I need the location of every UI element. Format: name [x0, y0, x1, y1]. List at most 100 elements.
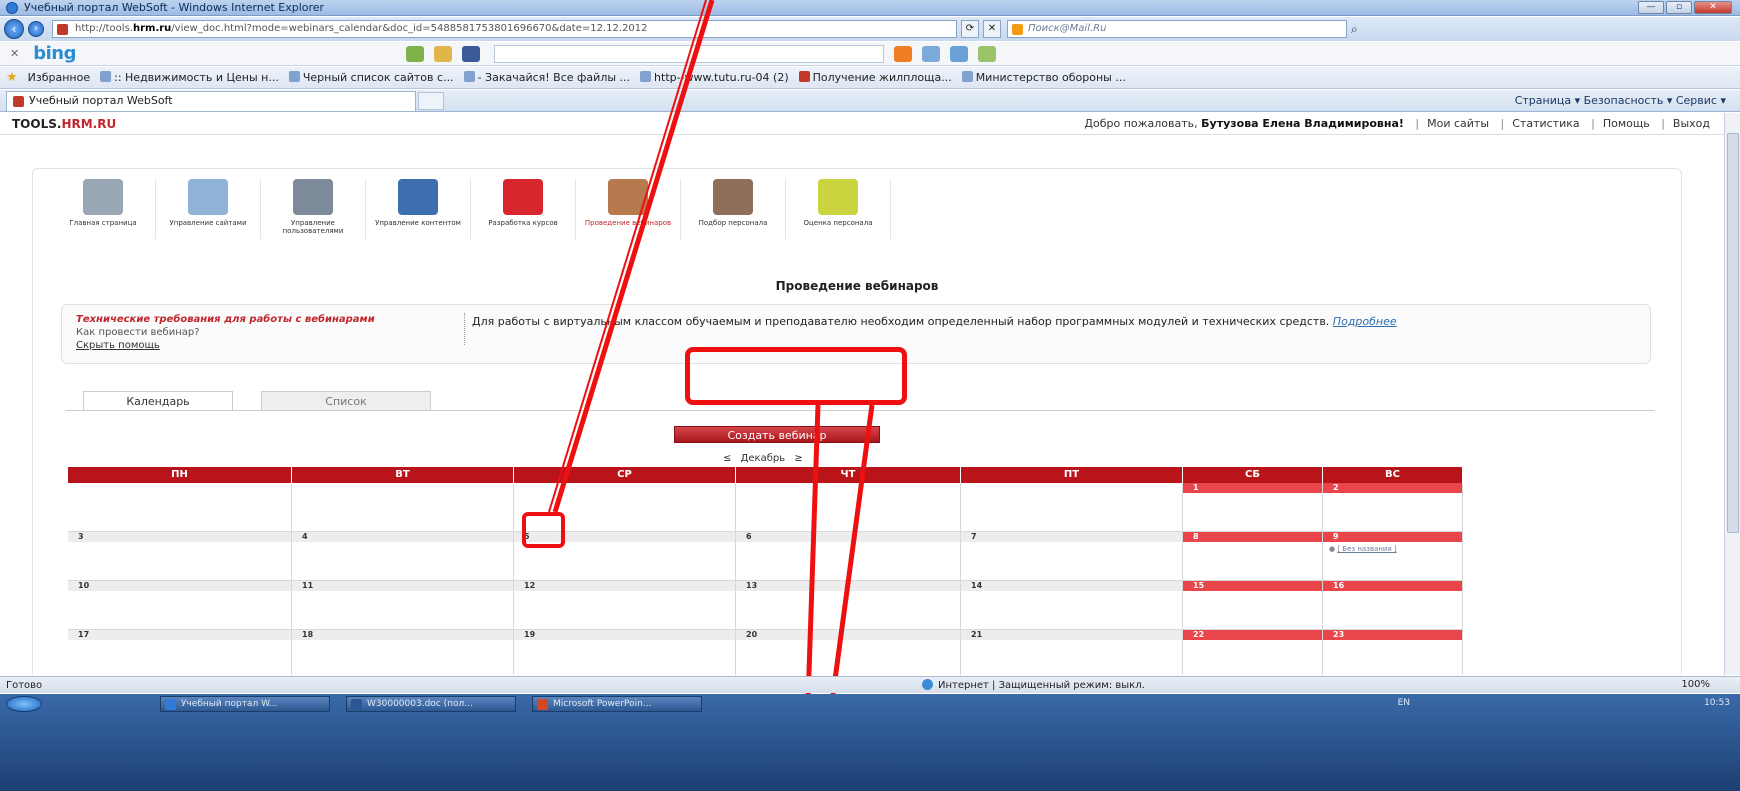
messenger-icon[interactable] [949, 45, 968, 62]
calendar-day[interactable]: 20 [736, 630, 961, 675]
calendar-day[interactable]: 21 [961, 630, 1183, 675]
new-tab-button[interactable] [418, 91, 444, 110]
calendar-day[interactable]: 3 [68, 532, 292, 581]
page-title: Проведение вебинаров [775, 279, 939, 293]
facebook-icon[interactable] [461, 45, 480, 62]
taskbar-item-powerpoint[interactable]: Microsoft PowerPoin... [532, 696, 702, 712]
more-link[interactable]: Подробнее [1333, 315, 1397, 328]
browser-tab[interactable]: Учебный портал WebSoft [6, 90, 416, 111]
calendar-day[interactable]: 23 [1323, 630, 1463, 675]
calendar-day[interactable]: 7 [961, 532, 1183, 581]
calendar-day[interactable]: 13 [736, 581, 961, 630]
day-number: 17 [68, 630, 291, 640]
favorite-link[interactable]: :: Недвижимость и Цены н... [100, 71, 279, 84]
favorite-link[interactable]: Черный список сайтов с... [288, 71, 454, 84]
day-number: 9 [1323, 532, 1462, 542]
bing-search-input[interactable] [493, 44, 884, 63]
forward-button[interactable]: › [28, 21, 44, 37]
site-logo[interactable]: TOOLS.HRM.RU [12, 117, 116, 131]
calendar-day[interactable]: 2 [1323, 483, 1463, 532]
bing-search-icon[interactable] [893, 45, 912, 62]
books-icon [398, 179, 438, 215]
calendar-day[interactable]: 4 [292, 532, 514, 581]
favorite-link[interactable]: http--www.tutu.ru-04 (2) [640, 71, 789, 84]
favorite-link[interactable]: - Закачайся! Все файлы ... [463, 71, 630, 84]
search-icon[interactable]: ⌕ [1351, 22, 1358, 37]
start-button[interactable] [6, 696, 42, 712]
scrollbar-thumb[interactable] [1727, 133, 1739, 533]
stop-icon[interactable]: ✕ [983, 20, 1001, 38]
language-indicator[interactable]: EN [1398, 698, 1410, 708]
statistics-link[interactable]: Статистика [1512, 117, 1579, 130]
module-webinar[interactable]: Проведение вебинаров [576, 179, 681, 239]
calendar-day[interactable]: 18 [292, 630, 514, 675]
calendar-empty-cell [961, 483, 1183, 532]
annotation-highlight-button [685, 347, 907, 405]
module-websites[interactable]: Управление сайтами [156, 179, 261, 239]
how-to-link[interactable]: Как провести вебинар? [76, 326, 456, 339]
calendar-day[interactable]: 9 ● [ Без названия ] [1323, 532, 1463, 581]
close-window-button[interactable]: ✕ [1694, 1, 1732, 14]
favorite-link[interactable]: Министерство обороны ... [961, 71, 1126, 84]
calendar-day[interactable]: 6 [736, 532, 961, 581]
maps-icon[interactable] [977, 45, 996, 62]
weekday-header: ВТ [292, 467, 514, 483]
address-toolbar: ‹ › http://tools.hrm.ru/view_doc.html?mo… [0, 17, 1740, 41]
event-link[interactable]: [ Без названия ] [1337, 545, 1396, 553]
webinar-event: ● [ Без названия ] [1329, 545, 1397, 553]
day-number: 23 [1323, 630, 1462, 640]
next-month-button[interactable]: ≥ [794, 453, 802, 464]
taskbar-item-ie[interactable]: Учебный портал W... [160, 696, 330, 712]
calendar-day[interactable]: 22 [1183, 630, 1323, 675]
calendar-day[interactable]: 12 [514, 581, 736, 630]
module-books[interactable]: Управление контентом [366, 179, 471, 239]
module-course-dev[interactable]: Разработка курсов [471, 179, 576, 239]
calendar-day[interactable]: 10 [68, 581, 292, 630]
module-users[interactable]: Управление пользователями [261, 179, 366, 239]
vertical-scrollbar[interactable] [1724, 113, 1740, 675]
minimize-button[interactable]: — [1638, 1, 1664, 14]
day-number: 12 [514, 581, 735, 591]
back-button[interactable]: ‹ [4, 19, 24, 39]
calendar-day[interactable]: 15 [1183, 581, 1323, 630]
module-label: Главная страница [69, 219, 137, 227]
favorite-link[interactable]: Получение жилплоща... [798, 71, 952, 84]
zoom-level[interactable]: 100% [1681, 679, 1710, 690]
weather-icon[interactable] [433, 45, 452, 62]
calendar-day[interactable]: 14 [961, 581, 1183, 630]
calendar-day[interactable]: 1 [1183, 483, 1323, 532]
taskbar-item-word[interactable]: W30000003.doc (пол... [346, 696, 516, 712]
weekday-header: ПН [68, 467, 292, 483]
module-assessment[interactable]: Оценка персонала [786, 179, 891, 239]
hide-help-link[interactable]: Скрыть помощь [76, 339, 456, 352]
search-input[interactable]: Поиск@Mail.Ru [1007, 20, 1347, 38]
prev-month-button[interactable]: ≤ [723, 453, 731, 464]
calendar-day[interactable]: 8 [1183, 532, 1323, 581]
logout-link[interactable]: Выход [1673, 117, 1710, 130]
refresh-icon[interactable]: ⟳ [961, 20, 979, 38]
tech-requirements-link[interactable]: Технические требования для работы с веби… [76, 313, 456, 326]
address-bar[interactable]: http://tools.hrm.ru/view_doc.html?mode=w… [52, 20, 957, 38]
calendar-day[interactable]: 17 [68, 630, 292, 675]
day-number: 11 [292, 581, 513, 591]
tab-list[interactable]: Список [261, 391, 431, 411]
favorites-star-icon[interactable]: ★ [6, 70, 18, 85]
calendar-day[interactable]: 19 [514, 630, 736, 675]
help-link[interactable]: Помощь [1603, 117, 1650, 130]
create-webinar-button[interactable]: Создать вебинар [674, 426, 880, 443]
tab-calendar[interactable]: Календарь [83, 391, 233, 411]
maximize-button[interactable]: ▫ [1666, 1, 1692, 14]
close-toolbar-icon[interactable]: ✕ [10, 47, 19, 60]
favorites-button[interactable]: Избранное [28, 71, 90, 84]
module-house[interactable]: Главная страница [51, 179, 156, 239]
my-sites-link[interactable]: Мои сайты [1427, 117, 1489, 130]
calendar-day[interactable]: 11 [292, 581, 514, 630]
calendar: ПН ВТ СР ЧТ ПТ СБ ВС 1 2 3 4 5 6 7 8 9 ● [ Без названия … [68, 467, 1473, 675]
command-bar[interactable]: Страница ▾ Безопасность ▾ Сервис ▾ [1515, 94, 1726, 107]
weekday-header: ЧТ [736, 467, 961, 483]
module-recruiting[interactable]: Подбор персонала [681, 179, 786, 239]
news-icon[interactable] [921, 45, 940, 62]
games-icon[interactable] [405, 45, 424, 62]
calendar-day[interactable]: 16 [1323, 581, 1463, 630]
day-number: 18 [292, 630, 513, 640]
